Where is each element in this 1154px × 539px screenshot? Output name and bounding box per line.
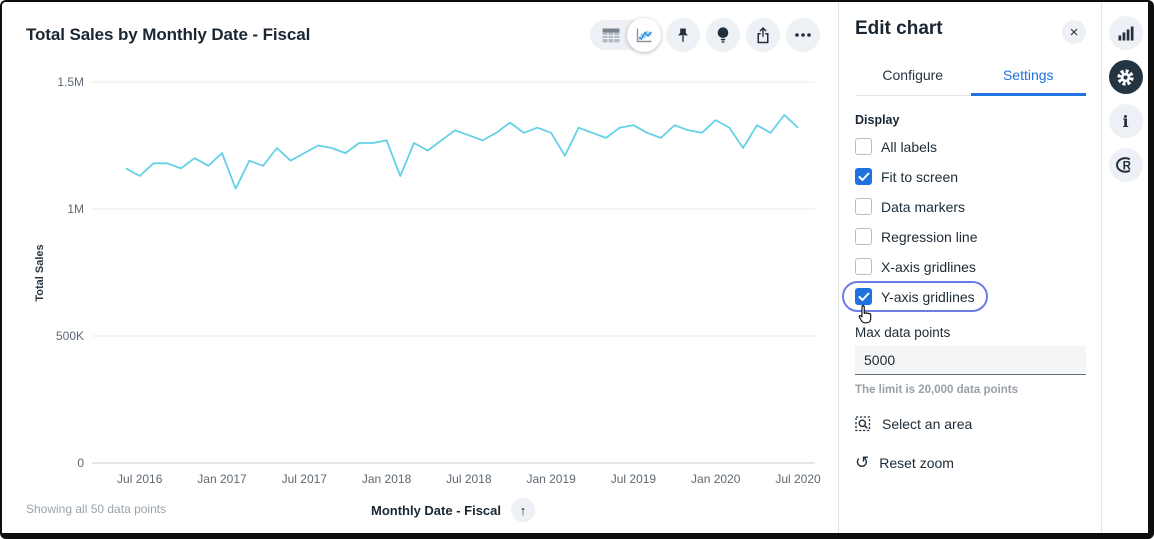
gear-icon — [1115, 67, 1136, 88]
select-area-label: Select an area — [882, 416, 972, 432]
svg-text:1.5M: 1.5M — [57, 75, 84, 89]
data-point-count: Showing all 50 data points — [26, 502, 166, 516]
select-area-action[interactable]: Select an area — [855, 413, 1086, 435]
x-axis-field-label: Monthly Date - Fiscal — [371, 503, 501, 518]
chart-pane: Total Sales by Monthly Date - Fiscal — [2, 2, 838, 533]
reset-zoom-action[interactable]: ↺ Reset zoom — [855, 452, 1086, 474]
checkbox-label: Regression line — [881, 229, 978, 245]
close-panel-button[interactable]: × — [1062, 20, 1086, 44]
checkbox-checked[interactable] — [855, 288, 872, 305]
checkbox-unchecked[interactable] — [855, 138, 872, 155]
checkbox-label: Y-axis gridlines — [881, 289, 975, 305]
panel-tabs: Configure Settings — [855, 58, 1086, 96]
svg-text:1M: 1M — [67, 202, 84, 216]
checkbox-label: Fit to screen — [881, 169, 958, 185]
display-option-all-labels[interactable]: All labels — [845, 134, 947, 159]
svg-text:Jul 2020: Jul 2020 — [775, 472, 821, 486]
settings-rail-button[interactable] — [1109, 60, 1143, 94]
chart-plot-area[interactable]: 0 500K 1M 1.5M Jul 2016 Jan 2017 Jul 2017 Jan 2… — [2, 2, 838, 539]
display-option-fit-to-screen[interactable]: Fit to screen — [845, 164, 968, 189]
max-data-points-helper: The limit is 20,000 data points — [855, 384, 1086, 396]
display-option-y-axis-gridlines[interactable]: Y-axis gridlines — [845, 284, 985, 309]
svg-text:Jan 2017: Jan 2017 — [197, 472, 247, 486]
max-data-points-label: Max data points — [855, 325, 1086, 340]
svg-text:Jan 2018: Jan 2018 — [362, 472, 412, 486]
sort-direction-button[interactable]: ↑ — [511, 498, 535, 522]
y-axis-title: Total Sales — [34, 244, 46, 301]
info-rail-button[interactable]: i — [1109, 104, 1143, 138]
bar-chart-icon — [1118, 26, 1134, 41]
mouse-cursor — [856, 304, 875, 325]
app-window: Total Sales by Monthly Date - Fiscal — [0, 0, 1154, 539]
display-option-regression-line[interactable]: Regression line — [845, 224, 988, 249]
edit-chart-panel: Edit chart × Configure Settings Display … — [838, 2, 1101, 533]
panel-header: Edit chart × — [855, 18, 1086, 44]
r-analysis-rail-button[interactable]: R — [1109, 148, 1143, 182]
reset-zoom-label: Reset zoom — [879, 455, 954, 471]
info-icon: i — [1122, 112, 1128, 131]
right-icon-rail: i R — [1101, 2, 1149, 533]
display-section-heading: Display — [855, 113, 1086, 127]
display-options-list: All labels Fit to screen Data markers Regre… — [855, 134, 1086, 309]
select-area-icon — [855, 416, 872, 433]
checkbox-label: X-axis gridlines — [881, 259, 976, 275]
checkbox-label: All labels — [881, 139, 937, 155]
tab-configure[interactable]: Configure — [855, 58, 971, 95]
checkbox-checked[interactable] — [855, 168, 872, 185]
svg-text:Jan 2020: Jan 2020 — [691, 472, 741, 486]
svg-text:Jul 2016: Jul 2016 — [117, 472, 163, 486]
tab-settings[interactable]: Settings — [971, 58, 1087, 96]
panel-title: Edit chart — [855, 18, 943, 40]
svg-text:Jul 2017: Jul 2017 — [282, 472, 328, 486]
arrow-up-icon: ↑ — [520, 503, 527, 518]
checkbox-label: Data markers — [881, 199, 965, 215]
svg-text:0: 0 — [77, 456, 84, 470]
checkbox-unchecked[interactable] — [855, 228, 872, 245]
svg-text:Jan 2019: Jan 2019 — [526, 472, 576, 486]
max-data-points-input[interactable] — [855, 346, 1086, 375]
display-option-data-markers[interactable]: Data markers — [845, 194, 975, 219]
close-icon: × — [1070, 25, 1079, 40]
checkbox-unchecked[interactable] — [855, 198, 872, 215]
x-axis-field: Monthly Date - Fiscal ↑ — [371, 498, 535, 522]
svg-text:Jul 2018: Jul 2018 — [446, 472, 492, 486]
svg-text:500K: 500K — [56, 329, 84, 343]
checkbox-unchecked[interactable] — [855, 258, 872, 275]
reset-zoom-icon: ↺ — [855, 454, 869, 471]
r-logo-icon: R — [1115, 155, 1136, 175]
display-option-x-axis-gridlines[interactable]: X-axis gridlines — [845, 254, 986, 279]
svg-text:R: R — [1123, 161, 1132, 173]
chart-type-rail-button[interactable] — [1109, 16, 1143, 50]
svg-text:Jul 2019: Jul 2019 — [611, 472, 657, 486]
